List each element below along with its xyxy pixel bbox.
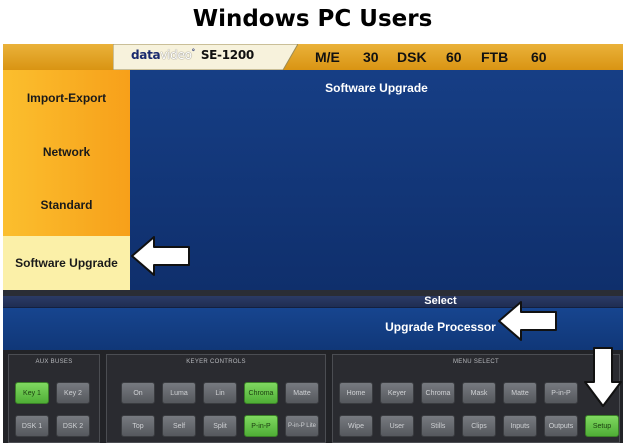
white-arrow-left-icon: [498, 301, 557, 341]
menu-inputs-button[interactable]: Inputs: [503, 415, 537, 437]
aux-key1-button[interactable]: Key 1: [15, 382, 49, 404]
keyer-pinp-button[interactable]: P-in-P: [244, 415, 278, 437]
me-rate-value: 30: [363, 49, 379, 65]
group-title: MENU SELECT: [453, 359, 499, 365]
menu-keyer-button[interactable]: Keyer: [380, 382, 414, 404]
brand-panel: datavideo° SE-1200: [113, 44, 298, 70]
menu-stills-button[interactable]: Stills: [421, 415, 455, 437]
group-title: KEYER CONTROLS: [186, 359, 246, 365]
top-status-bar: datavideo° SE-1200 M/E 30 DSK 60 FTB 60: [3, 44, 623, 70]
menu-user-button[interactable]: User: [380, 415, 414, 437]
keyer-luma-button[interactable]: Luma: [162, 382, 196, 404]
brand-logo: datavideo° SE-1200: [131, 48, 254, 62]
keyer-on-button[interactable]: On: [121, 382, 155, 404]
menu-outputs-button[interactable]: Outputs: [544, 415, 578, 437]
page-title: Windows PC Users: [192, 5, 433, 32]
sidebar-item-label: Standard: [40, 198, 93, 212]
group-title: AUX BUSES: [35, 359, 73, 365]
keyer-pinp-lite-button[interactable]: P-in-P Lite: [285, 415, 319, 437]
aux-key2-button[interactable]: Key 2: [56, 382, 90, 404]
keyer-self-button[interactable]: Self: [162, 415, 196, 437]
dsk-rate-value: 60: [446, 49, 462, 65]
sidebar-item-software-upgrade[interactable]: Software Upgrade: [3, 236, 130, 290]
keyer-matte-button[interactable]: Matte: [285, 382, 319, 404]
dsk-label: DSK: [397, 49, 427, 65]
control-strip: AUX BUSES Key 1 Key 2 DSK 1 DSK 2 KEYER …: [3, 350, 623, 443]
settings-sidebar: Import-Export Network Standard Software …: [3, 70, 130, 290]
se1200-app-window: datavideo° SE-1200 M/E 30 DSK 60 FTB 60 I…: [3, 44, 623, 443]
sidebar-item-standard[interactable]: Standard: [3, 184, 130, 226]
menu-matte-button[interactable]: Matte: [503, 382, 537, 404]
main-content-panel: Software Upgrade: [130, 70, 623, 290]
sidebar-item-label: Software Upgrade: [15, 256, 118, 270]
menu-pinp-button[interactable]: P-in-P: [544, 382, 578, 404]
aux-dsk1-button[interactable]: DSK 1: [15, 415, 49, 437]
keyer-top-button[interactable]: Top: [121, 415, 155, 437]
white-arrow-down-icon: [584, 347, 622, 407]
sidebar-item-network[interactable]: Network: [3, 131, 130, 173]
content-title: Software Upgrade: [325, 81, 428, 95]
aux-buses-group: AUX BUSES Key 1 Key 2 DSK 1 DSK 2: [8, 354, 100, 443]
menu-mask-button[interactable]: Mask: [462, 382, 496, 404]
keyer-lin-button[interactable]: Lin: [203, 382, 237, 404]
ftb-rate-value: 60: [531, 49, 547, 65]
menu-clips-button[interactable]: Clips: [462, 415, 496, 437]
me-label: M/E: [315, 49, 340, 65]
keyer-chroma-button[interactable]: Chroma: [244, 382, 278, 404]
menu-wipe-button[interactable]: Wipe: [339, 415, 373, 437]
sidebar-item-import-export[interactable]: Import-Export: [3, 77, 130, 119]
sidebar-item-label: Network: [42, 145, 91, 159]
menu-select-group: MENU SELECT Home Keyer Chroma Mask Matte…: [332, 354, 620, 443]
aux-dsk2-button[interactable]: DSK 2: [56, 415, 90, 437]
menu-home-button[interactable]: Home: [339, 382, 373, 404]
ftb-label: FTB: [481, 49, 509, 65]
white-arrow-left-icon: [131, 236, 190, 276]
keyer-split-button[interactable]: Split: [203, 415, 237, 437]
keyer-controls-group: KEYER CONTROLS On Luma Lin Chroma Matte …: [106, 354, 326, 443]
menu-chroma-button[interactable]: Chroma: [421, 382, 455, 404]
menu-setup-button[interactable]: Setup: [585, 415, 619, 437]
sidebar-item-label: Import-Export: [26, 91, 107, 105]
